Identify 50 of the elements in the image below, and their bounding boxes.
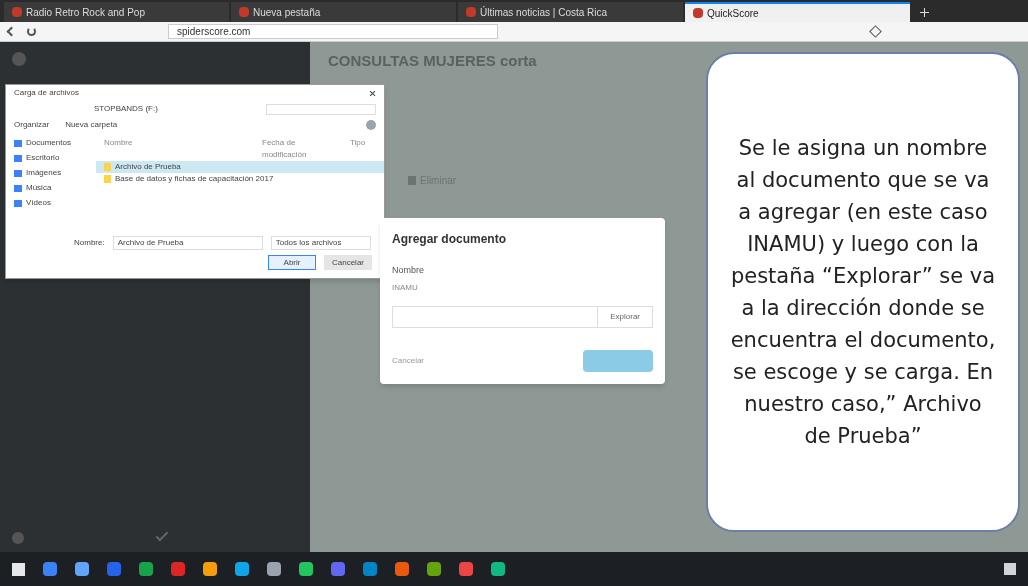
app-icon[interactable]: [43, 562, 57, 576]
app-icon[interactable]: [267, 562, 281, 576]
app-icon[interactable]: [363, 562, 377, 576]
file-row[interactable]: Archivo de Prueba: [96, 161, 384, 173]
toolbar-button[interactable]: Organizar: [14, 119, 50, 131]
modal-title: Agregar documento: [392, 231, 507, 248]
app-icon[interactable]: [171, 562, 185, 576]
column-header[interactable]: Nombre: [104, 137, 254, 161]
app-icon[interactable]: [235, 562, 249, 576]
filename-field[interactable]: Archivo de Prueba: [112, 236, 263, 250]
filename-label: Nombre:: [74, 237, 105, 249]
toolbar-button[interactable]: Nueva carpeta: [65, 119, 118, 131]
callout-text: Se le asigna un nombre al documento que se va a agregar (en este caso INAMU) y luego con la pestaña “Explorar” se va a la dirección donde se encuentra el documento, se escoge y se carga. En nuestro caso,” Archivo de Prueba”: [729, 135, 997, 450]
nav-item[interactable]: Vídeos: [14, 197, 96, 209]
column-header[interactable]: Tipo: [350, 137, 366, 161]
app-icon[interactable]: [139, 562, 153, 576]
path-field[interactable]: STOPBANDS (F:): [94, 103, 158, 115]
nav-item[interactable]: Escritorio: [14, 152, 96, 164]
browser-tab[interactable]: QuickScore: [685, 2, 910, 22]
dialog-title: Carga de archivos: [14, 87, 79, 99]
reload-icon[interactable]: [27, 27, 36, 36]
nav-item[interactable]: Música: [14, 182, 96, 194]
site-icon: [239, 7, 249, 17]
browser-tab[interactable]: Radio Retro Rock and Pop: [4, 2, 229, 22]
site-icon: [12, 7, 22, 17]
nav-item[interactable]: Documentos: [14, 137, 96, 149]
app-icon[interactable]: [107, 562, 121, 576]
nav-item[interactable]: Imágenes: [14, 167, 96, 179]
field-label: Nombre: [392, 264, 425, 277]
app-icon[interactable]: [459, 562, 473, 576]
address-field[interactable]: spiderscore.com: [168, 24, 498, 39]
app-icon[interactable]: [427, 562, 441, 576]
new-tab-icon[interactable]: [920, 8, 929, 17]
open-button[interactable]: Abrir: [268, 255, 316, 270]
app-icon[interactable]: [299, 562, 313, 576]
app-icon[interactable]: [491, 562, 505, 576]
column-header[interactable]: Fecha de modificación: [262, 137, 342, 161]
search-field[interactable]: [266, 103, 376, 115]
name-value: INAMU: [392, 281, 419, 294]
filter-dropdown[interactable]: Todos los archivos: [270, 236, 371, 250]
site-icon: [466, 7, 476, 17]
browser-tab[interactable]: Nueva pestaña: [231, 2, 456, 22]
app-icon[interactable]: [203, 562, 217, 576]
browser-tab[interactable]: Últimas noticias | Costa Rica: [458, 2, 683, 22]
cancel-button[interactable]: Cancelar: [324, 255, 372, 270]
app-icon[interactable]: [395, 562, 409, 576]
app-icon[interactable]: [331, 562, 345, 576]
site-icon: [693, 8, 703, 18]
app-icon[interactable]: [75, 562, 89, 576]
file-row[interactable]: Base de datos y fichas de capacitación 2017: [96, 173, 384, 185]
